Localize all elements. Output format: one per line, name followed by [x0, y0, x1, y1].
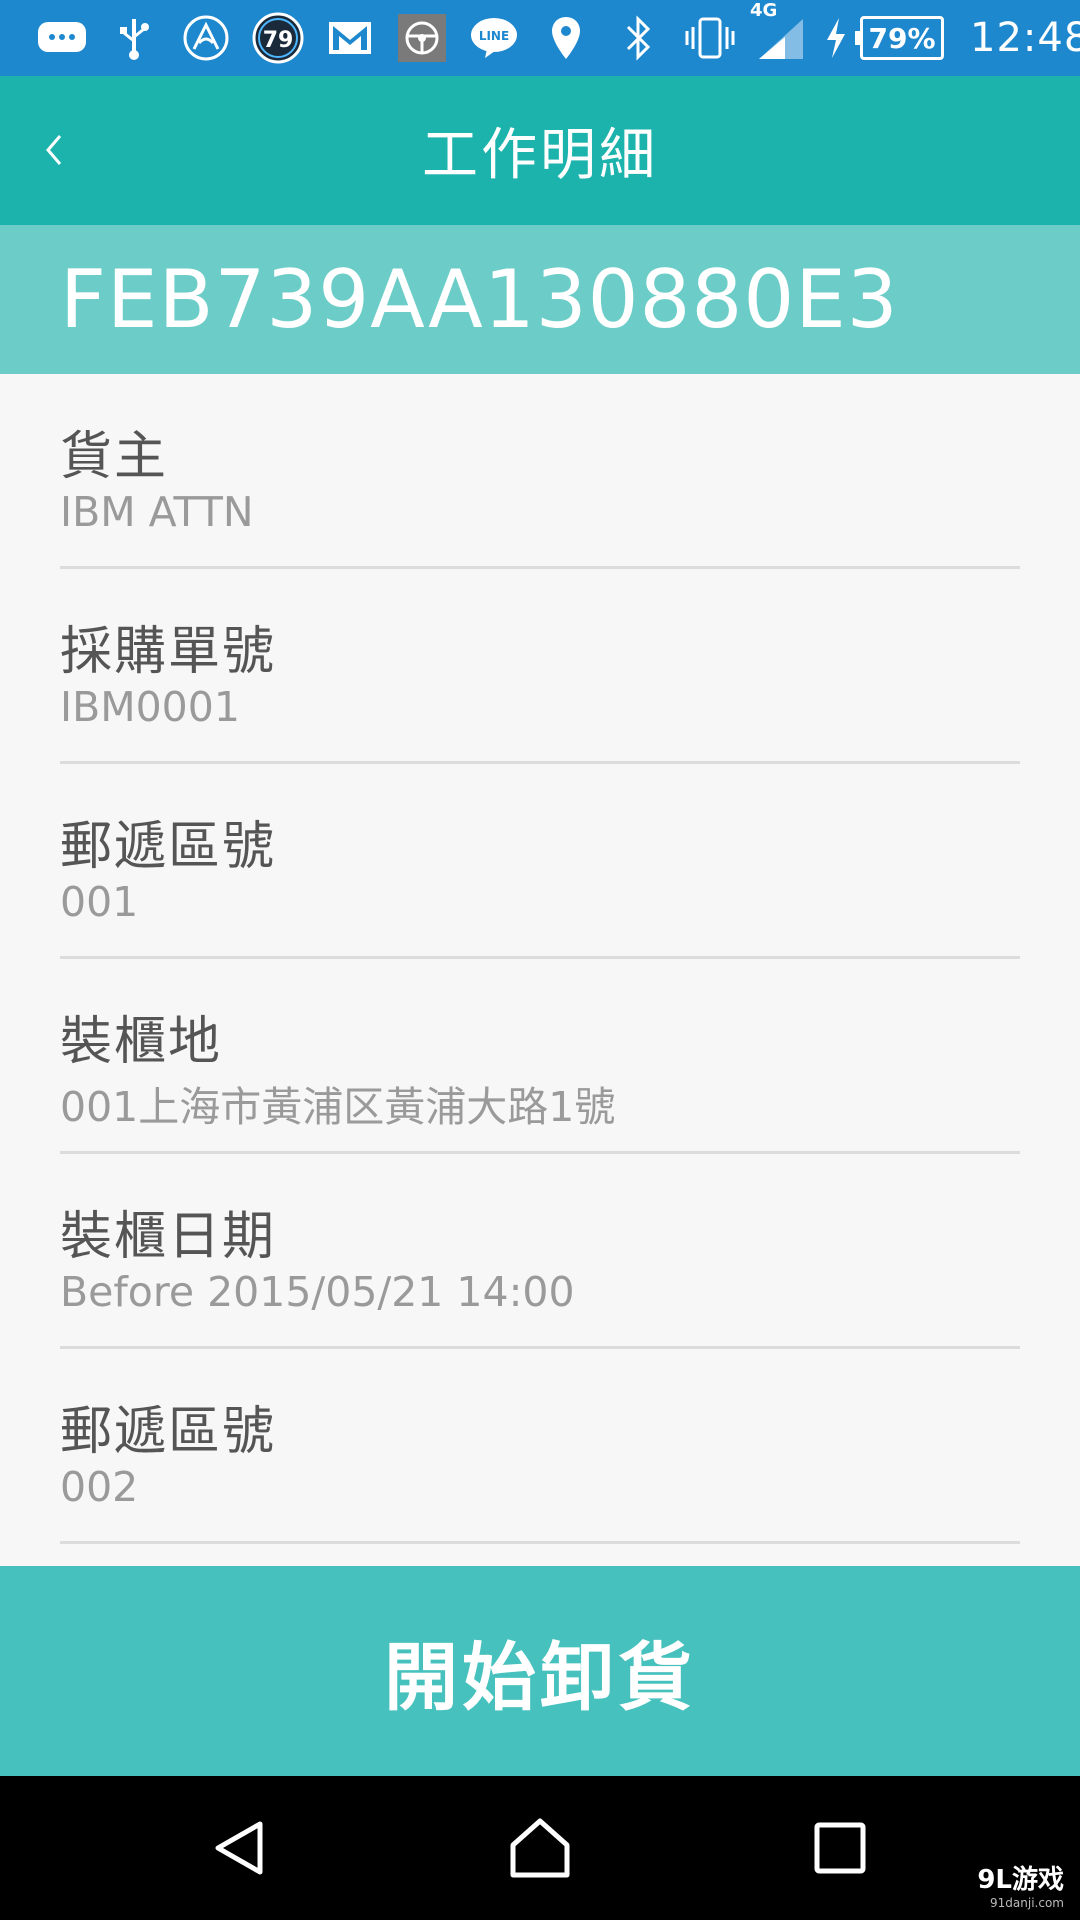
usb-icon — [98, 0, 170, 76]
detail-row-shipper: 貨主 IBM ATTN — [60, 374, 1020, 569]
page-title: 工作明細 — [422, 123, 658, 188]
badge-79-icon: 79 — [242, 0, 314, 76]
detail-row-loading-date: 裝櫃日期 Before 2015/05/21 14:00 — [60, 1154, 1020, 1349]
watermark-main: 9L游戏 — [977, 1865, 1064, 1895]
field-label: 貨主 — [60, 427, 169, 487]
square-recents-icon — [814, 1822, 866, 1874]
line-icon: LINE — [458, 0, 530, 76]
field-value: IBM ATTN — [60, 488, 254, 536]
detail-row-postal-code-2: 郵遞區號 002 — [60, 1349, 1020, 1544]
charging-icon — [816, 0, 856, 76]
chat-bubble-icon — [26, 0, 98, 76]
network-type: 4G — [750, 0, 778, 21]
watermark: 9L游戏 91danji.com — [977, 1859, 1064, 1910]
watermark-sub: 91danji.com — [990, 1896, 1064, 1910]
signal-icon: 4G — [746, 0, 816, 76]
triangle-back-icon — [215, 1821, 263, 1875]
steering-wheel-icon — [386, 0, 458, 76]
field-value: IBM0001 — [60, 683, 240, 731]
job-id-banner: FEB739AA130880E3 — [0, 225, 1080, 374]
job-id: FEB739AA130880E3 — [60, 253, 899, 346]
chevron-left-icon — [46, 135, 62, 165]
app-bar: 工作明細 — [0, 76, 1080, 225]
battery-level: 79% — [868, 21, 936, 55]
vibrate-icon — [674, 0, 746, 76]
clock: 12:48 — [970, 15, 1080, 61]
battery-icon: 79% — [855, 16, 944, 60]
detail-list: 貨主 IBM ATTN 採購單號 IBM0001 郵遞區號 001 裝櫃地 00… — [0, 374, 1080, 1544]
start-unloading-label: 開始卸貨 — [384, 1634, 696, 1721]
field-label: 採購單號 — [60, 622, 277, 682]
status-bar-notifications: 79 LINE — [0, 0, 746, 76]
detail-row-loading-location: 裝櫃地 001上海市黃浦区黃浦大路1號 — [60, 959, 1020, 1154]
gmail-icon — [314, 0, 386, 76]
home-icon — [510, 1818, 570, 1878]
start-unloading-button[interactable]: 開始卸貨 — [0, 1566, 1080, 1776]
nav-home-button[interactable] — [490, 1798, 590, 1898]
badge-79-text: 79 — [263, 28, 294, 53]
detail-row-po-number: 採購單號 IBM0001 — [60, 569, 1020, 764]
back-button[interactable] — [24, 114, 84, 186]
status-bar-system: 4G 79% 12:48 — [746, 0, 1080, 76]
status-bar: 79 LINE 4G 79% 12:48 — [0, 0, 1080, 76]
field-value: 002 — [60, 1463, 139, 1511]
svg-text:LINE: LINE — [479, 29, 509, 43]
field-label: 裝櫃地 — [60, 1012, 223, 1072]
field-value: 001上海市黃浦区黃浦大路1號 — [60, 1083, 616, 1131]
field-label: 裝櫃日期 — [60, 1207, 277, 1267]
field-value: Before 2015/05/21 14:00 — [60, 1268, 575, 1316]
field-label: 郵遞區號 — [60, 1402, 277, 1462]
bluetooth-icon — [602, 0, 674, 76]
field-value: 001 — [60, 878, 139, 926]
detail-row-postal-code: 郵遞區號 001 — [60, 764, 1020, 959]
field-label: 郵遞區號 — [60, 817, 277, 877]
nav-recents-button[interactable] — [790, 1798, 890, 1898]
location-pin-icon — [530, 0, 602, 76]
airdroid-icon — [170, 0, 242, 76]
navigation-bar: 9L游戏 91danji.com — [0, 1776, 1080, 1920]
nav-back-button[interactable] — [190, 1798, 290, 1898]
screen: 79 LINE 4G 79% 12:48 工作明細 FEB739AA130880… — [0, 0, 1080, 1920]
